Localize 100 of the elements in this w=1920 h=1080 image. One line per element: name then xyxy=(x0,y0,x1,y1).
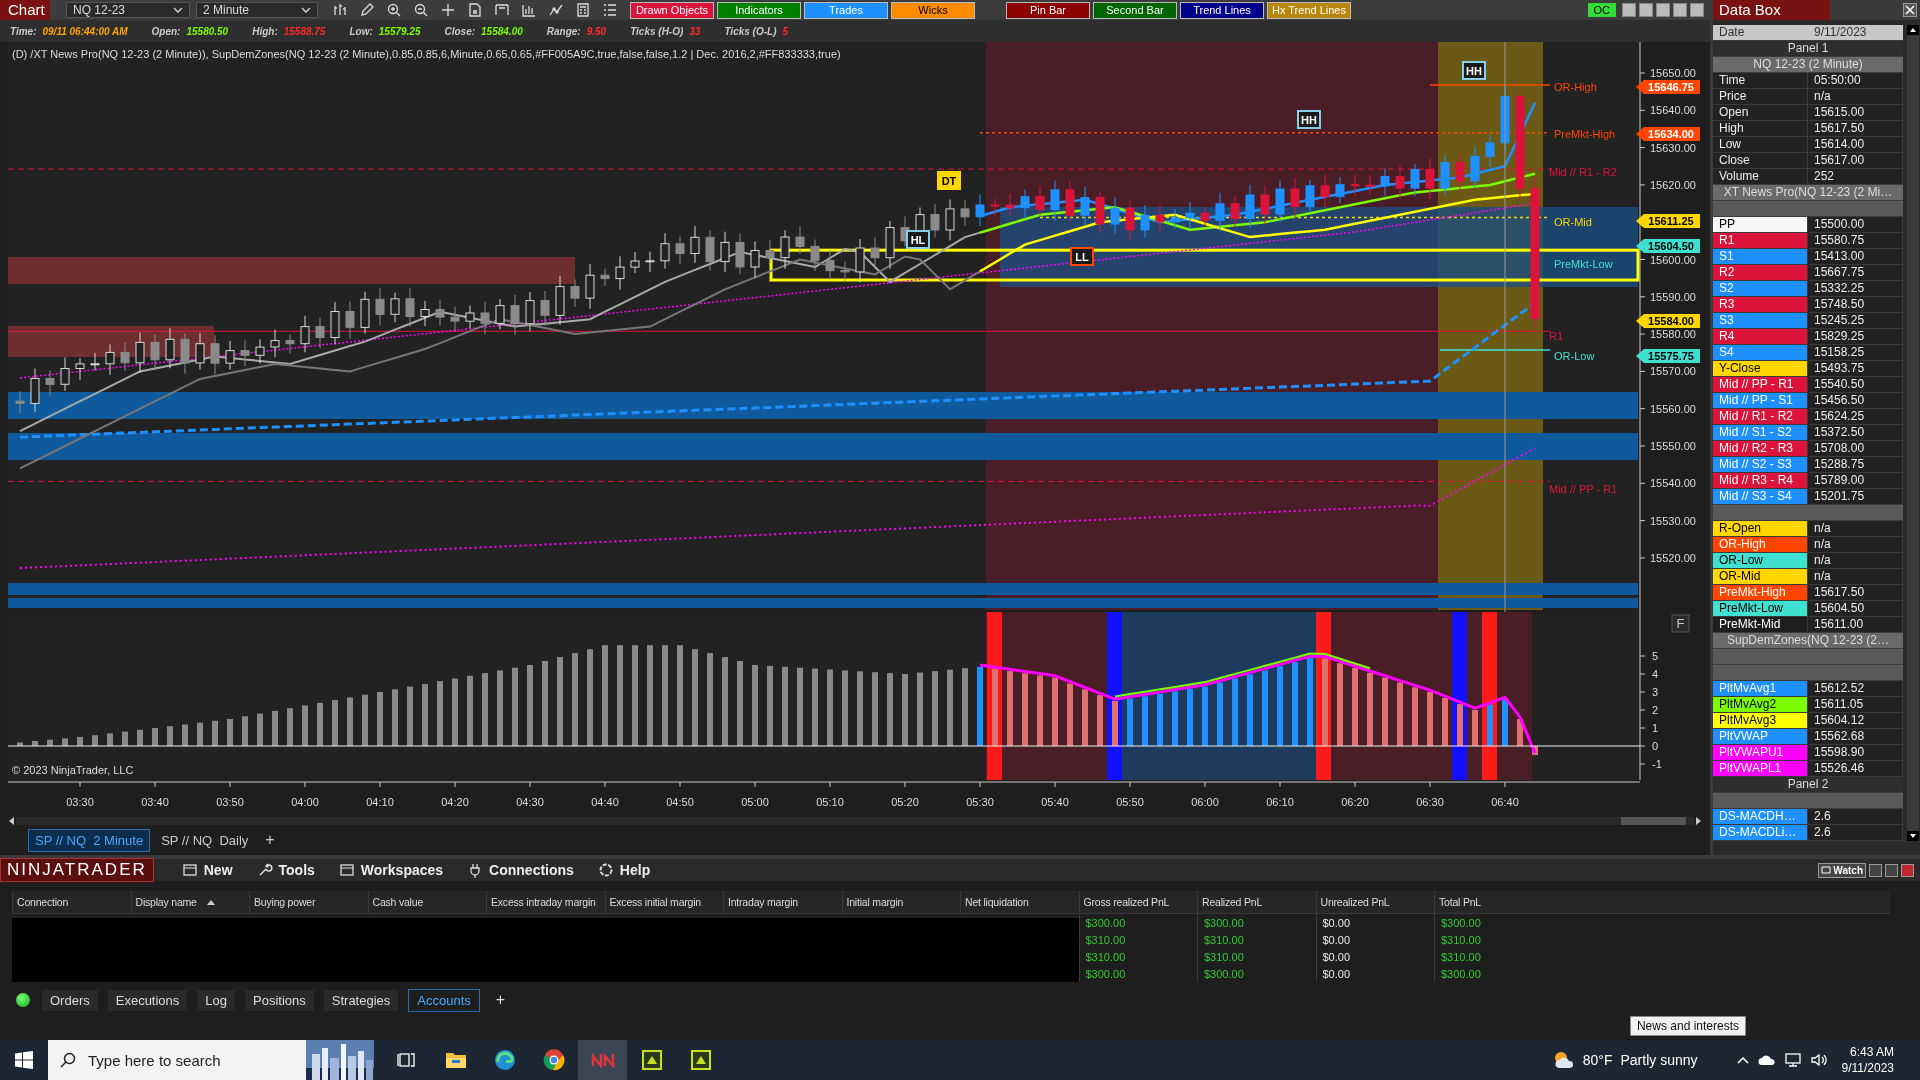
bottom-tab[interactable]: Executions xyxy=(107,989,188,1011)
bottom-tab[interactable]: Log xyxy=(197,989,236,1011)
info-value: 5 xyxy=(782,25,789,37)
plot-label: DS-MACDH… xyxy=(1713,809,1808,824)
field-label: Low xyxy=(1713,137,1808,152)
panel-header: Panel 1 xyxy=(1713,41,1903,57)
plot-value: 15667.75 xyxy=(1808,265,1903,280)
time-axis-label: 04:00 xyxy=(291,796,319,808)
info-label: Open: xyxy=(151,25,181,37)
plot-value: 15201.75 xyxy=(1808,489,1903,504)
field-value: 15617.00 xyxy=(1808,153,1903,168)
column-header[interactable]: Total PnL xyxy=(1439,896,1481,908)
level-label: Mid // PP - R1 xyxy=(1549,483,1618,495)
time-axis-label: 03:30 xyxy=(66,796,94,808)
menu-item[interactable]: Workspaces xyxy=(360,862,444,878)
bottom-tab[interactable]: Orders xyxy=(42,989,98,1011)
info-label: High: xyxy=(252,25,278,37)
plot-value: 15829.25 xyxy=(1808,329,1903,344)
price-axis-label: 15570.00 xyxy=(1650,365,1696,378)
price-tag: 15604.50 xyxy=(1636,239,1700,253)
interval-dropdown[interactable]: 2 Minute xyxy=(196,2,318,18)
toolbar-button[interactable]: Indicators xyxy=(717,1,801,19)
level-label: OR-Low xyxy=(1554,350,1595,362)
plot-label: PltMvAvg1 xyxy=(1713,681,1808,696)
info-label: Time: xyxy=(10,25,37,37)
level-label: PreMkt-Low xyxy=(1554,258,1613,270)
panel-button[interactable]: F xyxy=(1671,614,1690,633)
plot-label: Y-Close xyxy=(1713,361,1808,376)
menu-item[interactable]: New xyxy=(203,862,233,878)
plot-label: PltVWAPL1 xyxy=(1713,761,1808,776)
watch-button[interactable]: Watch xyxy=(1818,862,1866,878)
plot-label: PltMvAvg3 xyxy=(1713,713,1808,728)
menu-item[interactable]: Connections xyxy=(489,862,574,878)
bottom-tab[interactable]: Positions xyxy=(245,989,314,1011)
plot-value: 2.6 xyxy=(1808,809,1903,824)
table-cell: $310.00 xyxy=(1085,950,1126,963)
level-label: R1 xyxy=(1549,330,1564,342)
chart-tab[interactable]: SP // NQ Daily xyxy=(154,828,256,852)
add-tab-button[interactable]: + xyxy=(489,990,512,1010)
price-tag: 15634.00 xyxy=(1636,127,1700,141)
field-label: Volume xyxy=(1713,169,1808,184)
plot-value: 15708.00 xyxy=(1808,441,1903,456)
plot-value: 15604.12 xyxy=(1808,713,1903,728)
toolbar-button[interactable]: Pin Bar xyxy=(1006,1,1090,19)
instrument-dropdown[interactable]: NQ 12-23 xyxy=(66,2,190,18)
toolbar-button[interactable]: Trend Lines xyxy=(1180,1,1264,19)
price-axis-label: 15600.00 xyxy=(1650,253,1696,266)
price-axis-label: 15560.00 xyxy=(1650,402,1696,415)
plot-label: S3 xyxy=(1713,313,1808,328)
info-label: Low: xyxy=(349,25,373,37)
toolbar-button[interactable]: Drawn Objects xyxy=(630,1,714,19)
bottom-tab[interactable]: Strategies xyxy=(323,989,399,1011)
plot-label: Mid // R3 - R4 xyxy=(1713,473,1808,488)
temperature-text: 80°F xyxy=(1582,1052,1613,1068)
time-axis-label: 03:50 xyxy=(216,796,244,808)
plot-label: Mid // R2 - R3 xyxy=(1713,441,1808,456)
time-axis-label: 06:40 xyxy=(1491,796,1519,808)
time-axis-label: 06:30 xyxy=(1416,796,1444,808)
info-value: 9.50 xyxy=(586,25,607,37)
price-axis-label: 15620.00 xyxy=(1650,178,1696,191)
add-tab-button[interactable]: + xyxy=(259,831,281,849)
toolbar-button[interactable]: Wicks xyxy=(891,1,975,19)
tooltip: News and interests xyxy=(1629,1016,1746,1036)
info-label: Ticks (O-L) xyxy=(724,25,777,37)
toolbar-button[interactable]: Second Bar xyxy=(1093,1,1177,19)
pattern-marker: HL xyxy=(906,230,930,249)
field-value: 252 xyxy=(1808,169,1903,184)
price-tag: 15575.75 xyxy=(1636,349,1700,363)
table-cell: $0.00 xyxy=(1322,933,1351,946)
table-cell: $310.00 xyxy=(1441,950,1481,963)
clock-time[interactable]: 6:43 AM xyxy=(1849,1044,1894,1060)
info-label: Close: xyxy=(444,25,476,37)
price-axis-label: 15580.00 xyxy=(1650,328,1696,341)
price-tag: 15584.00 xyxy=(1636,314,1700,328)
table-cell: $300.00 xyxy=(1204,967,1244,980)
plot-label: R-Open xyxy=(1713,521,1808,536)
info-value: 15579.25 xyxy=(378,25,421,37)
field-value: n/a xyxy=(1808,89,1903,104)
table-cell: $300.00 xyxy=(1085,967,1126,980)
plot-value: 15611.05 xyxy=(1808,697,1903,712)
table-cell: $310.00 xyxy=(1441,933,1481,946)
search-field[interactable]: Type here to search xyxy=(48,1040,306,1080)
clock-date[interactable]: 9/11/2023 xyxy=(1841,1060,1894,1076)
menu-item[interactable]: Tools xyxy=(278,862,315,878)
plot-label: S4 xyxy=(1713,345,1808,360)
window-title: Chart xyxy=(0,0,50,20)
plot-value: 15288.75 xyxy=(1808,457,1903,472)
oscillator-axis-label: 4 xyxy=(1652,668,1659,680)
plot-value: n/a xyxy=(1808,521,1903,536)
chart-tab[interactable]: SP // NQ 2 Minute xyxy=(28,828,151,852)
plot-value: 15158.25 xyxy=(1808,345,1903,360)
time-axis-label: 06:20 xyxy=(1341,796,1369,808)
oscillator-axis-label: 3 xyxy=(1652,686,1659,698)
oscillator-axis-label: -1 xyxy=(1652,758,1662,770)
plot-value: n/a xyxy=(1808,553,1903,568)
menu-item[interactable]: Help xyxy=(619,862,651,878)
time-axis-label: 05:50 xyxy=(1116,796,1144,808)
plot-label: PltVWAPU1 xyxy=(1713,745,1808,760)
app-logo: NINJATRADER xyxy=(0,858,154,882)
bottom-tab[interactable]: Accounts xyxy=(408,988,480,1012)
